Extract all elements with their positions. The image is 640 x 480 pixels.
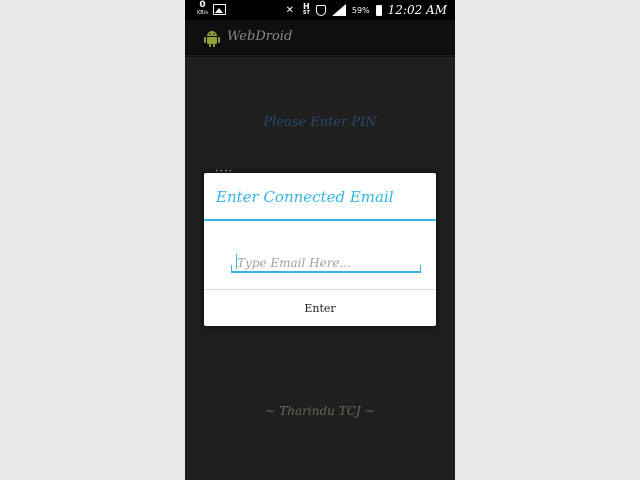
signal-icon [331,4,346,16]
status-icons: ✕ H ST 59% 12:02 AM [283,2,447,18]
battery-icon [375,4,382,16]
author-credit: ~ Tharindu TCJ ~ [265,404,375,418]
action-bar: WebDroid [185,20,455,56]
email-dialog: Enter Connected Email Enter [204,173,436,326]
network-type-indicator: H ST [303,3,310,17]
email-input[interactable] [237,253,417,272]
mute-icon: ✕ [285,4,295,16]
app-title: WebDroid [227,29,293,44]
android-icon [204,31,220,47]
pin-prompt: Please Enter PIN [263,115,377,130]
enter-button[interactable]: Enter [204,290,436,326]
status-bar: 0 KB/s ✕ H ST 59% 12:02 AM [185,0,455,20]
clock: 12:02 AM [387,3,447,17]
dialog-title-divider [204,219,436,221]
phone-screen: 0 KB/s ✕ H ST 59% 12:02 AM WebDroid Plea… [185,0,455,480]
data-speed-value: 0 [199,0,206,10]
gallery-icon [213,4,226,15]
data-speed-unit: KB/s [197,10,208,16]
dialog-title: Enter Connected Email [216,188,394,206]
email-field[interactable] [231,253,421,273]
network-sub: ST [302,10,310,16]
shield-icon [315,4,326,16]
data-speed-indicator: 0 KB/s [197,0,208,17]
battery-percent: 59% [351,5,370,15]
